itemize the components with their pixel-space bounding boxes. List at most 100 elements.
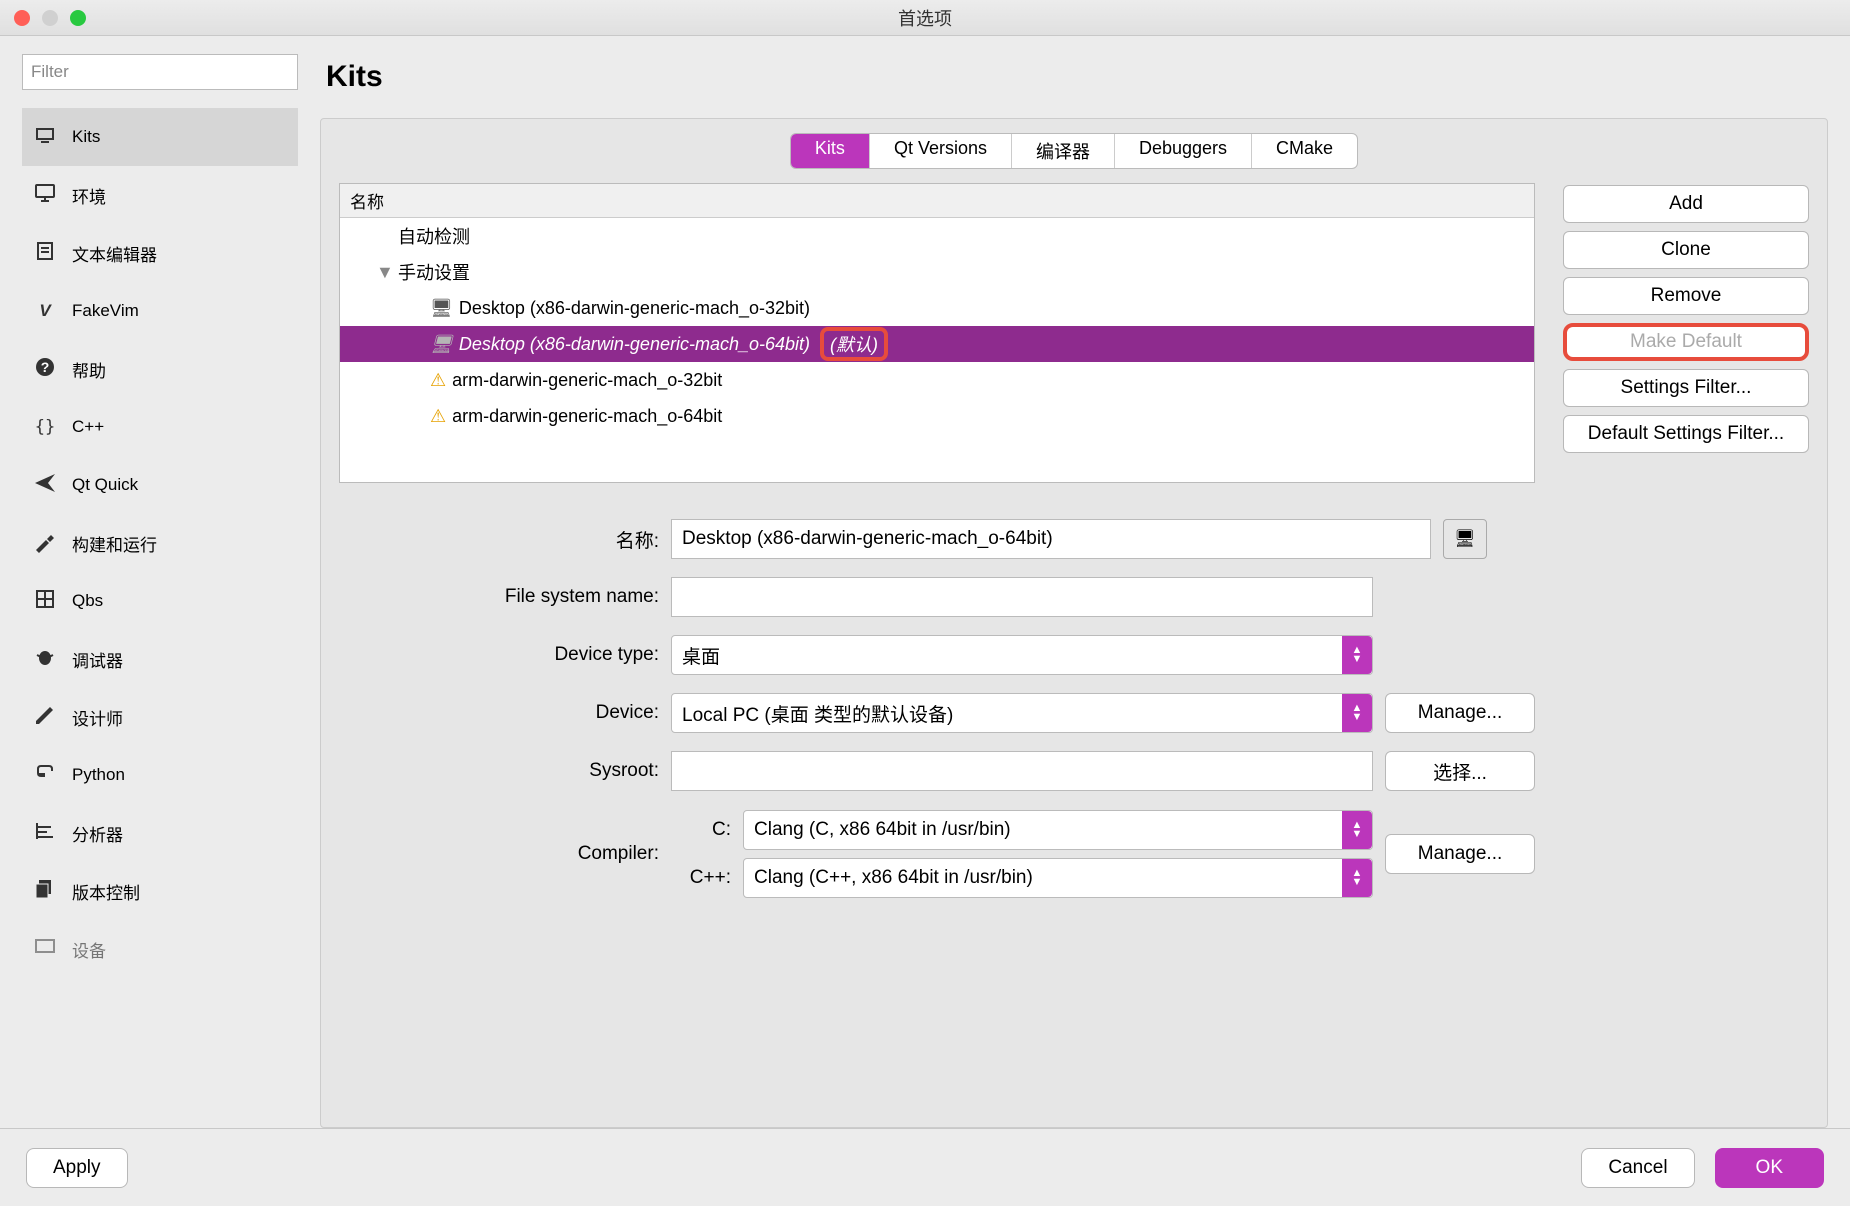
ok-button[interactable]: OK	[1715, 1148, 1824, 1188]
sidebar-item-env[interactable]: 环境	[22, 166, 298, 224]
name-input[interactable]	[671, 519, 1431, 559]
hammer-icon	[32, 529, 58, 558]
tree-row[interactable]: ⚠ arm-darwin-generic-mach_o-32bit	[340, 362, 1534, 398]
manage-device-button[interactable]: Manage...	[1385, 693, 1535, 733]
chevron-updown-icon: ▲▼	[1342, 811, 1372, 849]
disclosure-icon[interactable]: ▼	[376, 262, 392, 283]
device-type-select[interactable]: 桌面 ▲▼	[671, 635, 1373, 675]
sidebar: Kits 环境 文本编辑器 V FakeVim ? 帮助	[0, 36, 310, 1128]
minimize-icon[interactable]	[42, 10, 58, 26]
tree-group-label: 自动检测	[398, 223, 470, 249]
braces-icon: {}	[32, 417, 58, 437]
tree-header: 名称	[340, 184, 1534, 218]
sidebar-item-kits[interactable]: Kits	[22, 108, 298, 166]
kit-icon-button[interactable]: 🖥	[1443, 519, 1487, 559]
sidebar-item-qtquick[interactable]: Qt Quick	[22, 456, 298, 514]
tab-debuggers[interactable]: Debuggers	[1115, 134, 1252, 168]
sidebar-item-cpp[interactable]: {} C++	[22, 398, 298, 456]
manage-compiler-button[interactable]: Manage...	[1385, 834, 1535, 874]
kit-form: 名称: 🖥 File system name:	[339, 519, 1535, 899]
filter-input[interactable]	[22, 54, 298, 90]
monitor-icon: 🖥	[430, 334, 453, 355]
sidebar-item-label: Qbs	[72, 591, 103, 611]
sidebar-item-label: 环境	[72, 183, 106, 208]
tab-qtversions[interactable]: Qt Versions	[870, 134, 1012, 168]
sidebar-item-label: Kits	[72, 127, 100, 147]
c-label: C:	[671, 819, 731, 841]
sidebar-item-texteditor[interactable]: 文本编辑器	[22, 224, 298, 282]
page-title: Kits	[326, 60, 1828, 94]
remove-button[interactable]: Remove	[1563, 277, 1809, 315]
kits-tree[interactable]: 名称 自动检测 ▼ 手动设置 🖥 Desktop (x	[339, 183, 1535, 483]
sidebar-item-debugger[interactable]: 调试器	[22, 630, 298, 688]
settings-filter-button[interactable]: Settings Filter...	[1563, 369, 1809, 407]
choose-sysroot-button[interactable]: 选择...	[1385, 751, 1535, 791]
tree-row[interactable]: 🖥 Desktop (x86-darwin-generic-mach_o-32b…	[340, 290, 1534, 326]
dialog-footer: Apply Cancel OK	[0, 1128, 1850, 1206]
sidebar-item-label: FakeVim	[72, 301, 139, 321]
select-value: Local PC (桌面 类型的默认设备)	[682, 700, 953, 727]
grid-icon	[32, 587, 58, 616]
tabs: Kits Qt Versions 编译器 Debuggers CMake	[790, 133, 1358, 169]
add-button[interactable]: Add	[1563, 185, 1809, 223]
sidebar-item-fakevim[interactable]: V FakeVim	[22, 282, 298, 340]
tab-compilers[interactable]: 编译器	[1012, 134, 1115, 168]
window-title: 首选项	[898, 5, 952, 31]
clone-button[interactable]: Clone	[1563, 231, 1809, 269]
sidebar-item-analyzer[interactable]: 分析器	[22, 804, 298, 862]
warning-icon: ⚠	[430, 406, 446, 427]
cancel-button[interactable]: Cancel	[1581, 1148, 1694, 1188]
sidebar-item-qbs[interactable]: Qbs	[22, 572, 298, 630]
sidebar-item-label: 帮助	[72, 357, 106, 382]
apply-button[interactable]: Apply	[26, 1148, 128, 1188]
maximize-icon[interactable]	[70, 10, 86, 26]
select-value: Clang (C, x86 64bit in /usr/bin)	[754, 819, 1011, 841]
sidebar-item-python[interactable]: Python	[22, 746, 298, 804]
monitor-icon	[32, 181, 58, 210]
sysroot-label: Sysroot:	[399, 760, 659, 782]
tree-group-label: 手动设置	[398, 259, 470, 285]
preferences-window: 首选项 Kits 环境 文本编辑器 V FakeVim	[0, 0, 1850, 1206]
sysroot-input[interactable]	[671, 751, 1373, 791]
device-type-label: Device type:	[399, 644, 659, 666]
sidebar-item-label: 版本控制	[72, 879, 140, 904]
sidebar-item-label: 文本编辑器	[72, 241, 157, 266]
cpp-compiler-select[interactable]: Clang (C++, x86 64bit in /usr/bin) ▲▼	[743, 858, 1373, 898]
name-label: 名称:	[399, 526, 659, 553]
default-settings-filter-button[interactable]: Default Settings Filter...	[1563, 415, 1809, 453]
sidebar-item-devices[interactable]: 设备	[22, 920, 298, 978]
window-controls	[14, 10, 86, 26]
sidebar-item-label: 设备	[72, 937, 106, 962]
close-icon[interactable]	[14, 10, 30, 26]
compiler-label: Compiler:	[399, 809, 659, 899]
device-label: Device:	[399, 702, 659, 724]
c-compiler-select[interactable]: Clang (C, x86 64bit in /usr/bin) ▲▼	[743, 810, 1373, 850]
chevron-updown-icon: ▲▼	[1342, 636, 1372, 674]
sidebar-item-help[interactable]: ? 帮助	[22, 340, 298, 398]
sidebar-item-label: 设计师	[72, 705, 123, 730]
chevron-updown-icon: ▲▼	[1342, 859, 1372, 897]
cpp-label: C++:	[671, 867, 731, 889]
tab-kits[interactable]: Kits	[791, 134, 870, 168]
tab-cmake[interactable]: CMake	[1252, 134, 1357, 168]
sidebar-item-buildrun[interactable]: 构建和运行	[22, 514, 298, 572]
sidebar-item-vcs[interactable]: 版本控制	[22, 862, 298, 920]
sidebar-item-label: 调试器	[72, 647, 123, 672]
help-icon: ?	[32, 355, 58, 384]
kit-actions: Add Clone Remove Make Default Settings F…	[1563, 183, 1809, 1117]
tree-row[interactable]: ⚠ arm-darwin-generic-mach_o-64bit	[340, 398, 1534, 434]
select-value: 桌面	[682, 642, 720, 669]
select-value: Clang (C++, x86 64bit in /usr/bin)	[754, 867, 1033, 889]
sidebar-item-designer[interactable]: 设计师	[22, 688, 298, 746]
fs-input[interactable]	[671, 577, 1373, 617]
tree-row-label: arm-darwin-generic-mach_o-64bit	[452, 406, 722, 427]
sidebar-item-label: C++	[72, 417, 104, 437]
tree-row-label: Desktop (x86-darwin-generic-mach_o-64bit…	[459, 334, 810, 355]
plane-icon	[32, 471, 58, 500]
tree-group-manual[interactable]: ▼ 手动设置	[340, 254, 1534, 290]
tree-row[interactable]: 🖥 Desktop (x86-darwin-generic-mach_o-64b…	[340, 326, 1534, 362]
device-select[interactable]: Local PC (桌面 类型的默认设备) ▲▼	[671, 693, 1373, 733]
pencil-icon	[32, 703, 58, 732]
make-default-button[interactable]: Make Default	[1563, 323, 1809, 361]
tree-group-auto[interactable]: 自动检测	[340, 218, 1534, 254]
